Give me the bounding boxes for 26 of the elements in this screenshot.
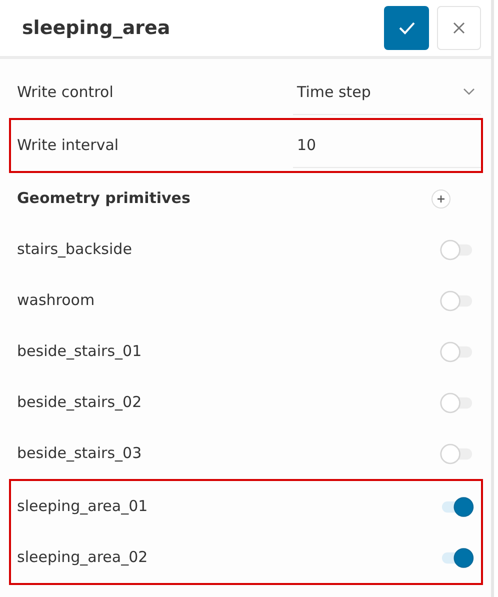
primitive-label: beside_stairs_02 (17, 392, 142, 414)
section-title: Geometry primitives (17, 188, 190, 210)
check-icon (398, 21, 416, 35)
toggle-switch[interactable] (439, 442, 473, 464)
chevron-down-icon (463, 88, 475, 96)
toggle-switch[interactable] (441, 496, 475, 518)
primitive-label: sleeping_area_01 (17, 496, 148, 518)
toggle-switch[interactable] (441, 546, 475, 568)
confirm-button[interactable] (384, 6, 429, 50)
field-label: Write control (17, 82, 114, 104)
toggle-switch[interactable] (439, 392, 473, 414)
panel-title: sleeping_area (22, 16, 170, 41)
toggle-switch[interactable] (439, 290, 473, 312)
primitive-label: sleeping_area_02 (17, 547, 148, 568)
toggle-switch[interactable] (439, 340, 473, 362)
select-field[interactable]: Time step (293, 70, 481, 114)
input-field[interactable]: 10 (293, 124, 481, 168)
primitive-label: beside_stairs_03 (17, 443, 142, 464)
toggle-switch[interactable] (439, 238, 473, 260)
close-icon (452, 21, 466, 35)
close-button[interactable] (437, 6, 481, 50)
primitive-label: washroom (17, 290, 95, 312)
field-label: Write interval (17, 135, 120, 156)
primitive-label: beside_stairs_01 (17, 341, 142, 362)
primitive-label: stairs_backside (17, 239, 132, 260)
add-icon[interactable] (431, 188, 451, 208)
